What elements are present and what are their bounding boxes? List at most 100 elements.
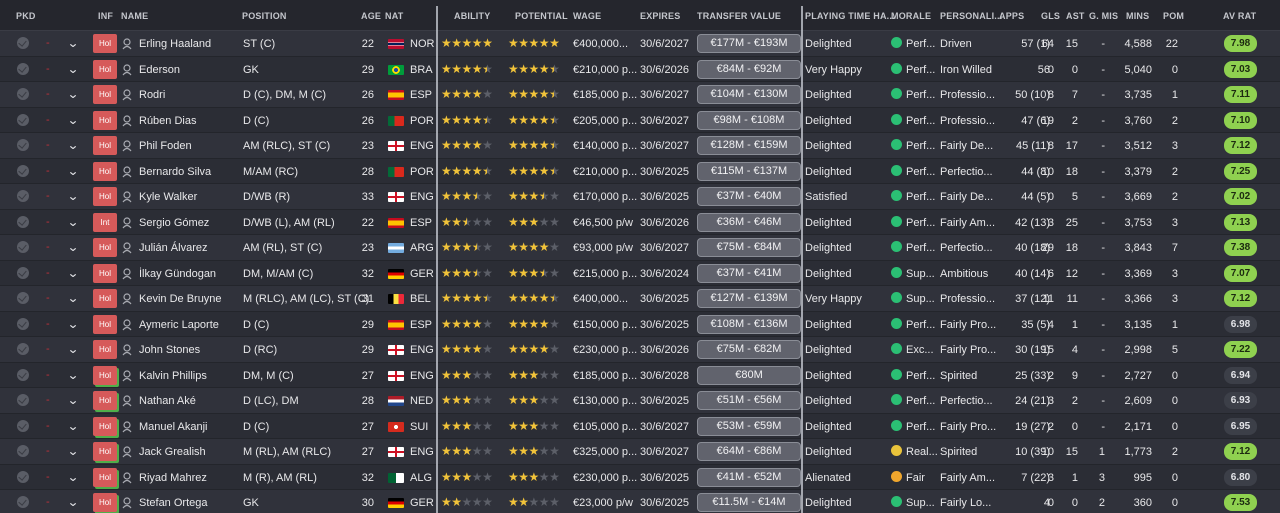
table-row[interactable]: - ⌄ Hol Rúben Dias D (C) POR €205,000 p... 30/6… [0,107,1280,133]
player-name[interactable]: Manuel Akanji [139,420,208,434]
player-name[interactable]: Rúben Dias [139,114,196,128]
pick-checkbox[interactable] [17,241,29,253]
chevron-down-icon[interactable]: ⌄ [67,164,79,178]
table-row[interactable]: - ⌄ Hol John Stones D (RC) ENG €230,000 p... 30… [0,337,1280,363]
player-name[interactable]: Bernardo Silva [139,165,211,179]
col-expires[interactable]: EXPIRES [640,11,680,21]
player-name[interactable]: Erling Haaland [139,37,211,51]
transfer-value[interactable]: €177M - €193M [697,34,801,53]
table-row[interactable]: - ⌄ Hol Phil Foden AM (RLC), ST (C) ENG €140,0… [0,133,1280,159]
pick-checkbox[interactable] [17,215,29,228]
player-name[interactable]: Stefan Ortega [139,496,208,510]
player-name[interactable]: Rodri [139,88,165,102]
col-position[interactable]: POSITION [242,11,287,21]
transfer-value[interactable]: €84M - €92M [697,59,801,79]
chevron-down-icon[interactable]: ⌄ [67,189,79,203]
col-nat[interactable]: NAT [385,11,403,21]
transfer-value[interactable]: €127M - €139M [697,289,801,308]
table-row[interactable]: - ⌄ Hol Kalvin Phillips DM, M (C) ENG €185,000… [0,362,1280,388]
col-inf[interactable]: INF [98,11,113,21]
table-row[interactable]: - ⌄ Hol İlkay Gündogan DM, M/AM (C) GER €215,0… [0,260,1280,286]
col-gmis[interactable]: G. MIS [1089,11,1118,21]
player-name[interactable]: Kevin De Bruyne [139,292,222,306]
table-row[interactable]: - ⌄ Hol Rodri D (C), DM, M (C) ESP €185,000 p.… [0,82,1280,108]
pick-checkbox[interactable] [17,88,29,100]
player-name[interactable]: Phil Foden [139,139,192,153]
pick-checkbox[interactable] [17,394,29,406]
pick-checkbox[interactable] [17,368,29,381]
player-name[interactable]: Aymeric Laporte [139,318,219,332]
table-row[interactable]: - ⌄ Hol Nathan Aké D (LC), DM NED €130,000 p..… [0,388,1280,414]
transfer-value[interactable]: €51M - €56M [697,391,801,410]
player-name[interactable]: Julián Álvarez [139,241,207,255]
player-name[interactable]: Kalvin Phillips [139,369,207,383]
transfer-value[interactable]: €98M - €108M [697,110,801,130]
pick-checkbox[interactable] [17,139,29,151]
col-playing-time[interactable]: PLAYING TIME HA... [805,11,895,21]
player-name[interactable]: İlkay Gündogan [139,267,216,281]
table-row[interactable]: - ⌄ Hol Manuel Akanji D (C) SUI €105,000 p... 3… [0,413,1280,439]
pick-checkbox[interactable] [17,317,29,330]
col-morale[interactable]: MORALE [891,11,931,21]
col-mins[interactable]: MINS [1126,11,1149,21]
transfer-value[interactable]: €80M [697,365,801,385]
pick-checkbox[interactable] [17,190,29,202]
transfer-value[interactable]: €53M - €59M [697,416,801,436]
pick-checkbox[interactable] [17,496,29,508]
chevron-down-icon[interactable]: ⌄ [67,240,79,254]
col-wage[interactable]: WAGE [573,11,601,21]
chevron-down-icon[interactable]: ⌄ [67,393,79,407]
chevron-down-icon[interactable]: ⌄ [67,266,79,280]
col-apps[interactable]: APPS [999,11,1024,21]
table-row[interactable]: - ⌄ Hol Aymeric Laporte D (C) ESP €150,000 p..… [0,311,1280,337]
transfer-value[interactable]: €64M - €86M [697,442,801,461]
col-potential[interactable]: POTENTIAL [515,11,568,21]
table-row[interactable]: - ⌄ Hol Erling Haaland ST (C) NOR €400,000... 3… [0,31,1280,57]
chevron-down-icon[interactable]: ⌄ [67,62,79,76]
chevron-down-icon[interactable]: ⌄ [67,342,79,356]
table-row[interactable]: - ⌄ Hol Julián Álvarez AM (RL), ST (C) ARG €93… [0,235,1280,261]
table-row[interactable]: - ⌄ Hol Kevin De Bruyne M (RLC), AM (LC), ST… [0,286,1280,312]
chevron-down-icon[interactable]: ⌄ [67,36,79,50]
player-name[interactable]: Ederson [139,63,180,77]
pick-checkbox[interactable] [17,37,29,49]
pick-checkbox[interactable] [17,266,29,279]
pick-checkbox[interactable] [17,292,29,304]
player-name[interactable]: John Stones [139,343,200,357]
transfer-value[interactable]: €11.5M - €14M [697,493,801,512]
transfer-value[interactable]: €108M - €136M [697,314,801,334]
col-personality[interactable]: PERSONALI... [940,11,1002,21]
col-transfer-value[interactable]: TRANSFER VALUE [697,11,781,21]
player-name[interactable]: Nathan Aké [139,394,196,408]
pick-checkbox[interactable] [17,470,29,483]
col-ast[interactable]: AST [1066,11,1085,21]
transfer-value[interactable]: €104M - €130M [697,85,801,104]
col-ability[interactable]: ABILITY [454,11,490,21]
chevron-down-icon[interactable]: ⌄ [67,138,79,152]
table-row[interactable]: - ⌄ Hol Stefan Ortega GK GER €23,000 p/w 30/6/2… [0,490,1280,513]
chevron-down-icon[interactable]: ⌄ [67,87,79,101]
pick-checkbox[interactable] [17,419,29,432]
pick-checkbox[interactable] [17,445,29,457]
chevron-down-icon[interactable]: ⌄ [67,291,79,305]
chevron-down-icon[interactable]: ⌄ [67,215,79,229]
transfer-value[interactable]: €75M - €84M [697,238,801,257]
table-row[interactable]: - ⌄ Hol Bernardo Silva M/AM (RC) POR €210,000 … [0,158,1280,184]
chevron-down-icon[interactable]: ⌄ [67,113,79,127]
transfer-value[interactable]: €37M - €41M [697,263,801,283]
chevron-down-icon[interactable]: ⌄ [67,444,79,458]
transfer-value[interactable]: €37M - €40M [697,187,801,206]
table-row[interactable]: - ⌄ Int Sergio Gómez D/WB (L), AM (RL) ESP €46… [0,209,1280,235]
table-row[interactable]: - ⌄ Hol Kyle Walker D/WB (R) ENG €170,000 p...… [0,184,1280,210]
col-age[interactable]: AGE [361,11,381,21]
col-pkd[interactable]: PKD [16,11,36,21]
col-pom[interactable]: POM [1163,11,1184,21]
chevron-down-icon[interactable]: ⌄ [67,495,79,509]
col-gls[interactable]: GLS [1041,11,1060,21]
chevron-down-icon[interactable]: ⌄ [67,317,79,331]
chevron-down-icon[interactable]: ⌄ [67,470,79,484]
transfer-value[interactable]: €115M - €137M [697,161,801,181]
pick-checkbox[interactable] [17,62,29,75]
transfer-value[interactable]: €128M - €159M [697,136,801,155]
transfer-value[interactable]: €75M - €82M [697,340,801,359]
